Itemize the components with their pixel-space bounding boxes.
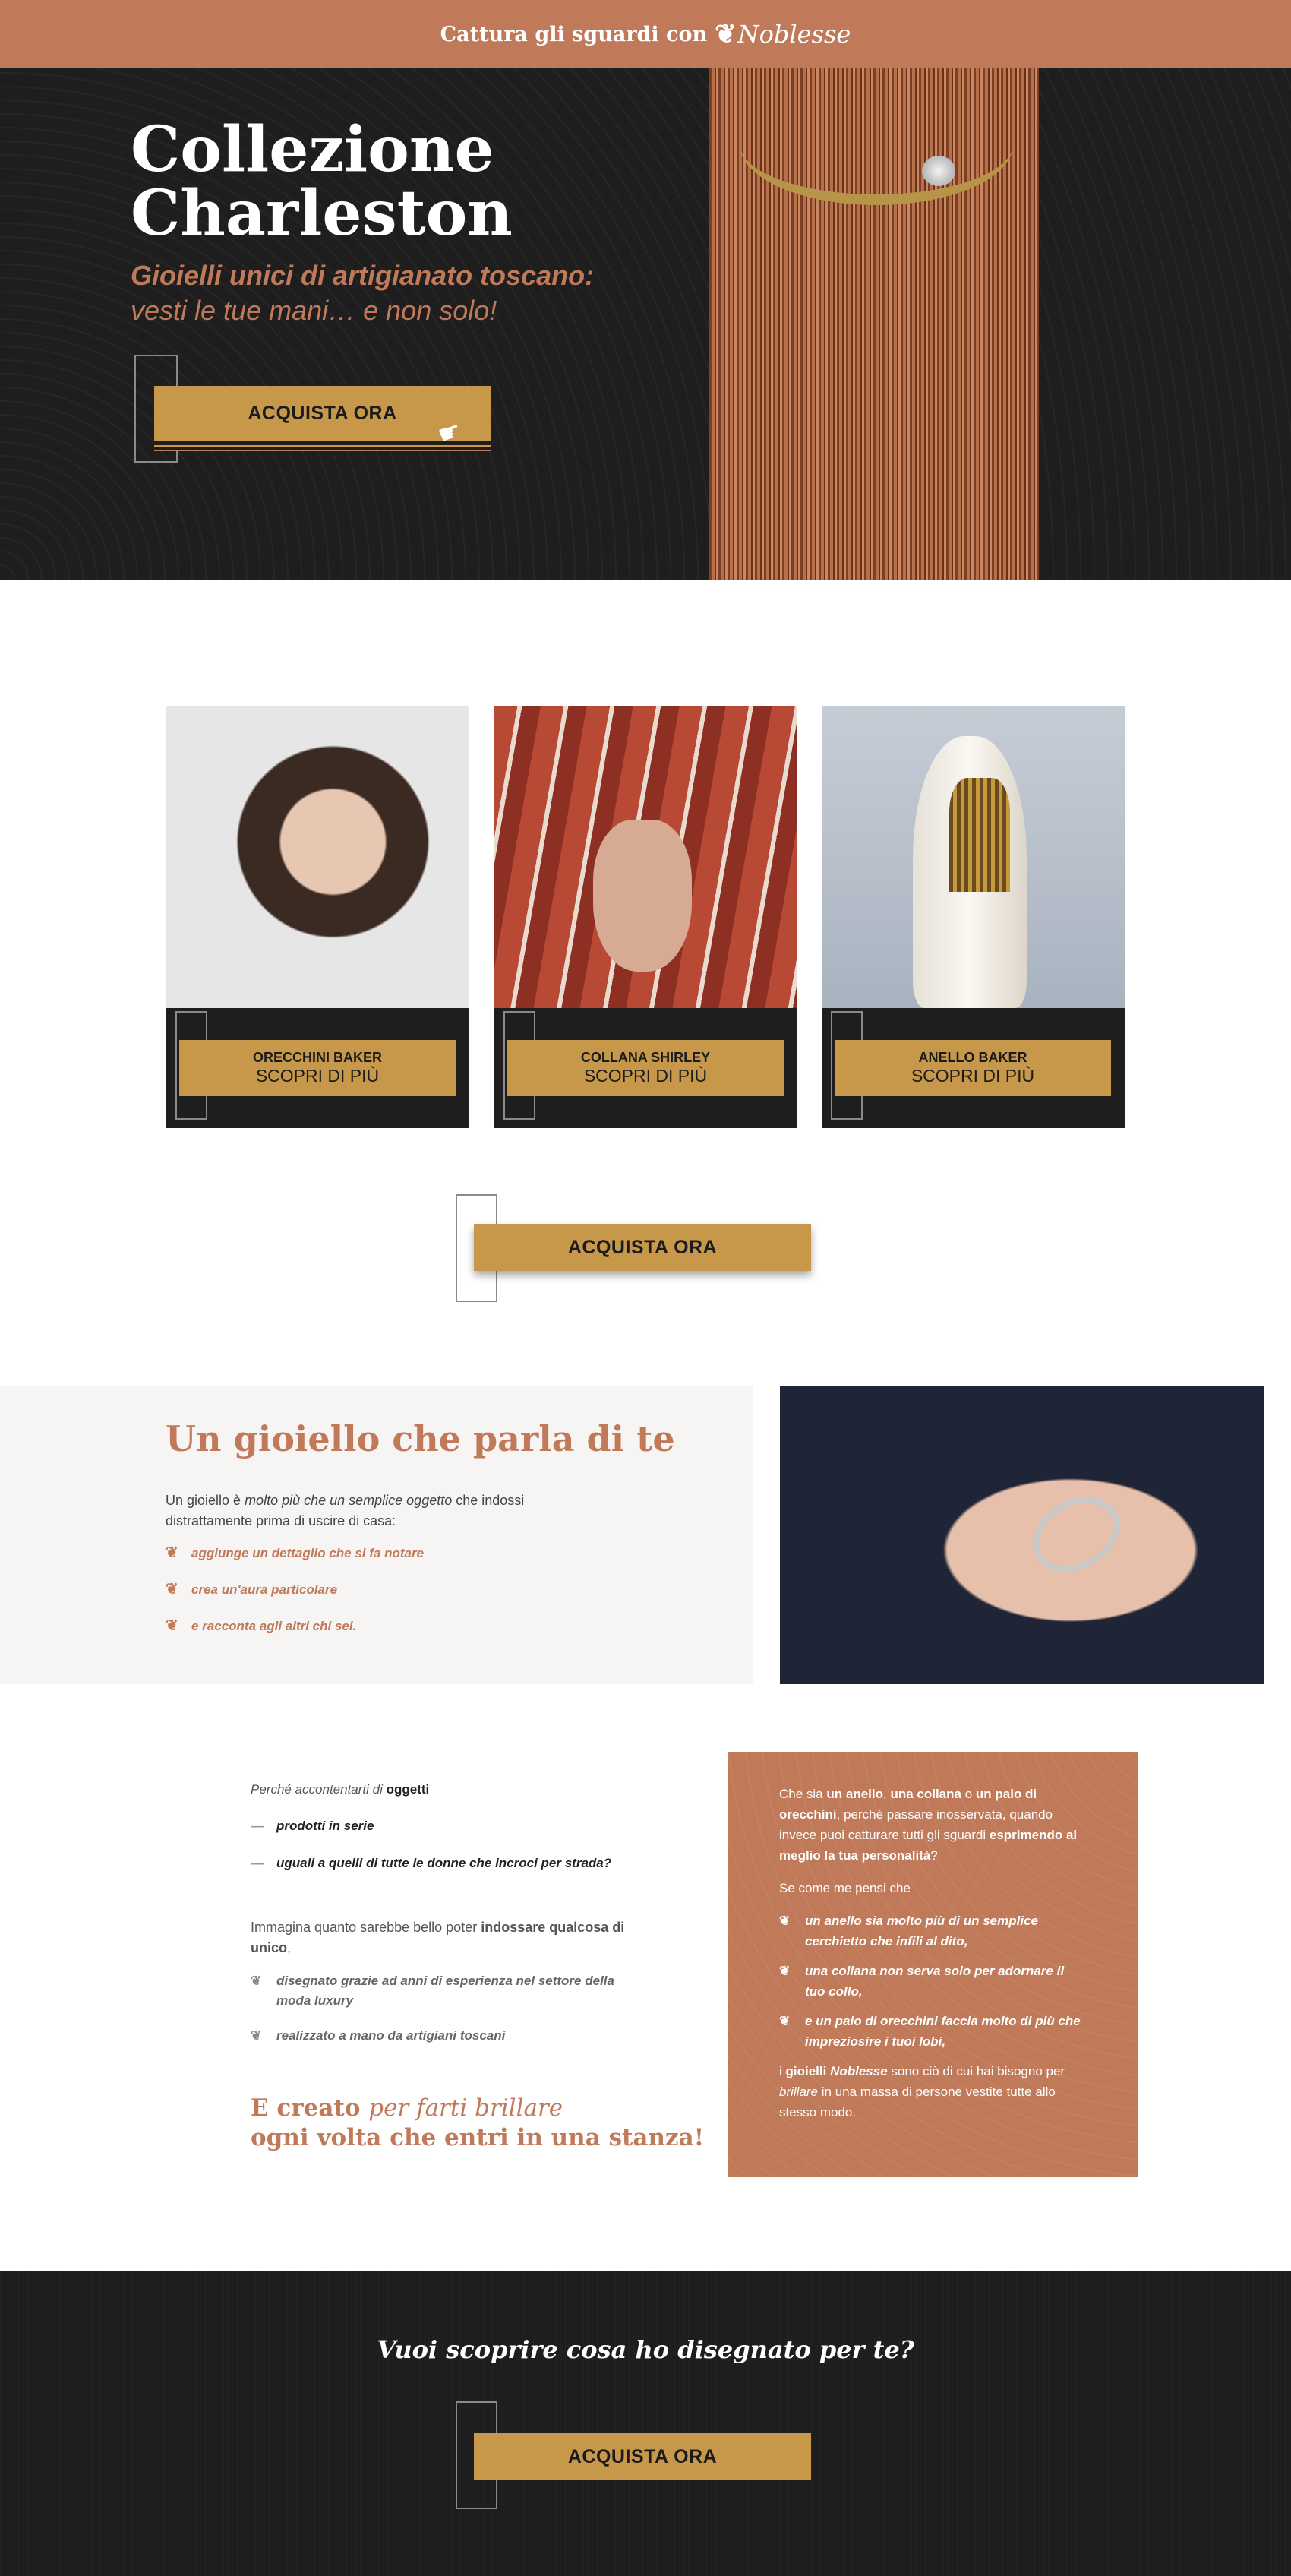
copper-text: Che sia	[779, 1787, 827, 1801]
flower-bullet-icon: ❦	[166, 1617, 178, 1634]
list-item-text: disegnato grazie ad anni di esperienza n…	[276, 1974, 614, 2008]
product-cta: SCOPRI DI PIÙ	[911, 1066, 1035, 1086]
hero-subtitle: vesti le tue mani… e non solo!	[131, 295, 497, 326]
flower-bullet-icon: ❦	[251, 2028, 262, 2043]
copper-bold: un anello	[826, 1787, 883, 1801]
dash-item-text: uguali a quelli di tutte le donne che in…	[276, 1856, 612, 1870]
copper-brand: Noblesse	[830, 2064, 888, 2078]
hero-fringe-jewel-image	[709, 68, 1039, 580]
copper-text: in una massa di persone vestite tutte al…	[779, 2085, 1056, 2119]
list-item: ❦ e racconta agli altri chi sei.	[166, 1617, 424, 1655]
copper-paragraph-2: Se come me pensi che	[779, 1881, 911, 1895]
brand-logo[interactable]: ❦ Noblesse	[715, 19, 851, 49]
product-card-necklace[interactable]: COLLANA SHIRLEY SCOPRI DI PIÙ	[494, 706, 797, 1128]
flower-bullet-icon: ❦	[166, 1544, 178, 1561]
product-card-ring[interactable]: ANELLO BAKER SCOPRI DI PIÙ	[822, 706, 1125, 1128]
hero-section: Collezione Charleston Gioielli unici di …	[0, 68, 1291, 580]
copper-paragraph-1: Che sia un anello, una collana o un paio…	[779, 1784, 1086, 1866]
dash-item: — uguali a quelli di tutte le donne che i…	[251, 1856, 611, 1871]
imagine-text: Immagina quanto sarebbe bello poter	[251, 1920, 481, 1935]
hero-subtitle-bold: Gioielli unici di artigianato toscano:	[131, 260, 595, 291]
ring-shape	[1019, 1482, 1133, 1587]
copper-bold: una collana	[890, 1787, 961, 1801]
brand-name: Noblesse	[737, 20, 851, 49]
tagline-text: E creato	[251, 2094, 369, 2122]
list-item-text: un anello sia molto più di un semplice c…	[805, 1914, 1038, 1949]
dash-item: — prodotti in serie	[251, 1819, 374, 1834]
list-item-text: una collana non serva solo per adornare …	[805, 1964, 1065, 1999]
list-item: ❦ disegnato grazie ad anni di esperienza …	[251, 1971, 646, 2011]
tagline-line-2: ogni volta che entri in una stanza!	[251, 2124, 705, 2151]
copper-emphasis: brillare	[779, 2085, 819, 2099]
top-banner: Cattura gli sguardi con ❦ Noblesse	[0, 0, 1291, 68]
discover-more-button[interactable]: COLLANA SHIRLEY SCOPRI DI PIÙ	[507, 1040, 784, 1096]
flower-bullet-icon: ❦	[779, 2014, 791, 2028]
list-item-text: e un paio di orecchini faccia molto di p…	[805, 2014, 1081, 2049]
hero-title: Collezione Charleston	[131, 113, 513, 250]
section-intro: Un gioiello è molto più che un semplice …	[166, 1490, 591, 1531]
flower-bullet-icon: ❦	[166, 1581, 178, 1598]
list-item-text: aggiunge un dettaglio che si fa notare	[191, 1546, 425, 1560]
copper-paragraph-3: i gioielli Noblesse sono ciò di cui hai …	[779, 2061, 1086, 2122]
footer-question: Vuoi scoprire cosa ho disegnato per te?	[377, 2335, 914, 2364]
why-lead: Perché accontentarti di oggetti	[251, 1782, 429, 1797]
list-item: ❦ aggiunge un dettaglio che si fa notare	[166, 1544, 425, 1582]
banner-text: Cattura gli sguardi con	[440, 22, 708, 46]
tagline-emphasis: per farti brillare	[368, 2094, 563, 2122]
intro-emphasis: molto più che un semplice oggetto	[245, 1493, 453, 1508]
why-lead-bold: oggetti	[386, 1782, 430, 1797]
list-item: ❦ e un paio di orecchini faccia molto di …	[779, 2011, 1086, 2052]
gold-band	[740, 84, 1013, 205]
copper-text: o	[961, 1787, 976, 1801]
list-item: ❦ una collana non serva solo per adornare…	[779, 1961, 1086, 2002]
why-lead-text: Perché accontentarti di	[251, 1782, 383, 1797]
discover-more-button[interactable]: ANELLO BAKER SCOPRI DI PIÙ	[835, 1040, 1111, 1096]
list-item: ❦ crea un'aura particolare	[166, 1581, 424, 1619]
imagine-text-end: ,	[287, 1940, 292, 1955]
ring-shape	[949, 778, 1010, 892]
list-item-text: realizzato a mano da artigiani toscani	[276, 2028, 506, 2043]
jewel-talks-section: Un gioiello che parla di te Un gioiello …	[0, 1386, 753, 1684]
flower-bullet-icon: ❦	[251, 1974, 262, 1988]
imagine-paragraph: Immagina quanto sarebbe bello poter indo…	[251, 1917, 646, 1958]
benefits-list: ❦ aggiunge un dettaglio che si fa notare …	[166, 1544, 425, 1655]
earrings-model-photo	[166, 706, 469, 1008]
copper-list: ❦ un anello sia molto più di un semplice …	[779, 1911, 1086, 2052]
copper-text: sono ciò di cui hai bisogno per	[887, 2064, 1065, 2078]
copper-text: i	[779, 2064, 786, 2078]
footer-cta-section: Vuoi scoprire cosa ho disegnato per te? …	[0, 2271, 1291, 2576]
intro-text: Un gioiello è	[166, 1493, 245, 1508]
discover-more-button[interactable]: ORECCHINI BAKER SCOPRI DI PIÙ	[179, 1040, 456, 1096]
hands-with-ring-photo	[780, 1386, 1264, 1684]
dash-icon: —	[251, 1819, 264, 1833]
copper-info-box: Che sia un anello, una collana o un paio…	[728, 1752, 1138, 2177]
shine-tagline: E creato per farti brillare ogni volta c…	[251, 2094, 704, 2153]
necklace-model-photo	[494, 706, 797, 1008]
dash-icon: —	[251, 1856, 264, 1870]
copper-text: ?	[930, 1848, 938, 1863]
product-cta: SCOPRI DI PIÙ	[255, 1066, 380, 1086]
product-card-earrings[interactable]: ORECCHINI BAKER SCOPRI DI PIÙ	[166, 706, 469, 1128]
features-list: ❦ disegnato grazie ad anni di esperienza …	[251, 1971, 646, 2061]
hand-shape	[593, 820, 692, 972]
product-name: ORECCHINI BAKER	[252, 1050, 382, 1065]
product-name: COLLANA SHIRLEY	[580, 1050, 711, 1065]
ring-on-display-hand-photo	[822, 706, 1125, 1008]
copper-bold: gioielli	[785, 2064, 831, 2078]
flower-bullet-icon: ❦	[779, 1914, 791, 1928]
flower-bullet-icon: ❦	[779, 1964, 791, 1978]
diamond-stone	[922, 156, 955, 186]
list-item-text: e racconta agli altri chi sei.	[191, 1619, 357, 1633]
product-cta: SCOPRI DI PIÙ	[583, 1066, 708, 1086]
flower-icon: ❦	[715, 19, 737, 49]
product-name: ANELLO BAKER	[918, 1050, 1027, 1065]
middle-buy-now-button[interactable]: ACQUISTA ORA	[474, 1224, 811, 1271]
list-item-text: crea un'aura particolare	[191, 1582, 338, 1597]
list-item: ❦ un anello sia molto più di un semplice …	[779, 1911, 1086, 1952]
section-title: Un gioiello che parla di te	[166, 1418, 675, 1459]
dash-item-text: prodotti in serie	[276, 1819, 374, 1833]
footer-buy-now-button[interactable]: ACQUISTA ORA	[474, 2433, 811, 2480]
list-item: ❦ realizzato a mano da artigiani toscani	[251, 2026, 646, 2046]
